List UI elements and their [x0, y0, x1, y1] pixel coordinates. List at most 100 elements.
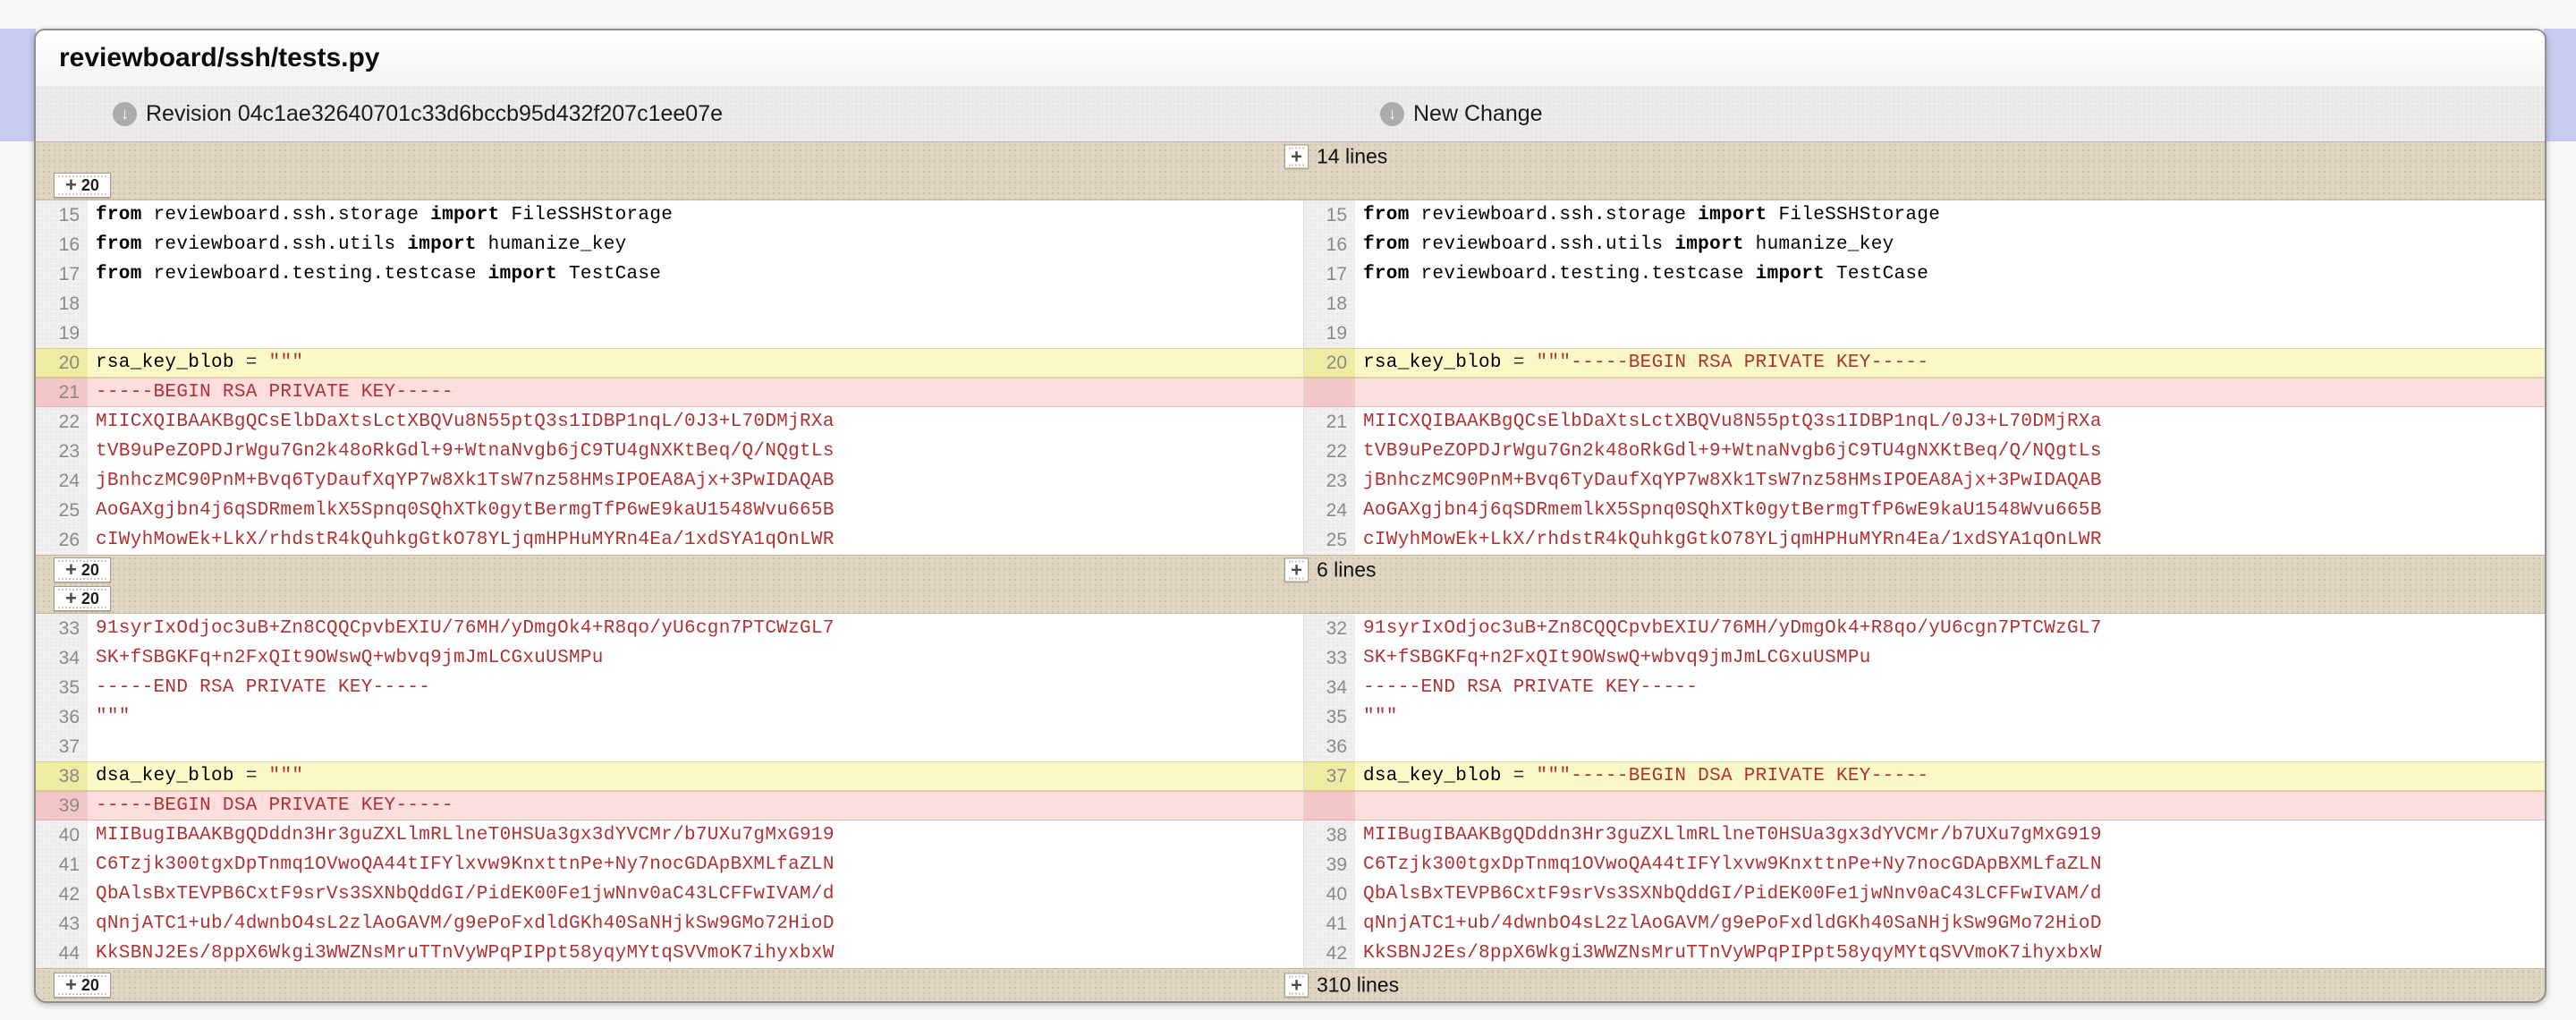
line-number-right[interactable]: 19	[1303, 319, 1355, 348]
code-segment: """	[268, 766, 304, 786]
code-left	[88, 319, 1303, 348]
code-left: -----BEGIN DSA PRIVATE KEY-----	[88, 791, 1303, 820]
code-segment: C6Tzjk300tgxDpTnmq1OVwoQA44tIFYlxvw9Knxt…	[96, 854, 835, 875]
code-right: cIWyhMowEk+LkX/rhdstR4kQuhkgGtkO78YLjqmH…	[1355, 525, 2545, 555]
line-number-left[interactable]: 37	[36, 732, 88, 761]
line-number-right[interactable]: 35	[1303, 702, 1355, 732]
expand-20-lines-button[interactable]: +20	[54, 973, 111, 998]
line-number-right[interactable]: 39	[1303, 850, 1355, 880]
revision-row: ↓ Revision 04c1ae32640701c33d6bccb95d432…	[36, 86, 2545, 141]
line-number-left[interactable]: 21	[36, 378, 88, 407]
expand-20-lines-button[interactable]: +20	[54, 557, 111, 582]
expand-step-count: 20	[80, 589, 99, 608]
line-number-right[interactable]: 21	[1303, 407, 1355, 437]
diff-rows: +14 lines +20 15 from reviewboard.ssh.stora…	[36, 141, 2545, 1001]
diff-line-row: 41 C6Tzjk300tgxDpTnmq1OVwoQA44tIFYlxvw9Kn…	[36, 850, 2545, 880]
code-segment: humanize_key	[476, 234, 627, 255]
band-row: +20 +310 lines	[36, 969, 2545, 1001]
code-left: tVB9uPeZOPDJrWgu7Gn2k48oRkGdl+9+WtnaNvgb…	[88, 437, 1303, 466]
line-number-right[interactable]: 41	[1303, 909, 1355, 939]
line-number-left[interactable]: 40	[36, 820, 88, 850]
line-number-right[interactable]: 25	[1303, 525, 1355, 555]
line-number-left[interactable]: 33	[36, 614, 88, 643]
code-segment: from	[96, 205, 142, 225]
diff-line-row: 25 AoGAXgjbn4j6qSDRmemlkX5Spnq0SQhXTk0gyt…	[36, 496, 2545, 525]
diff-line-row: 20 rsa_key_blob = """ 20 rsa_key_blob = """…	[36, 348, 2545, 378]
diff-line-row: 22 MIICXQIBAAKBgQCsElbDaXtsLctXBQVu8N55pt…	[36, 407, 2545, 437]
line-number-left[interactable]: 42	[36, 880, 88, 909]
plus-icon: +	[1291, 145, 1302, 167]
line-number-right[interactable]: 32	[1303, 614, 1355, 643]
line-number-left[interactable]: 26	[36, 525, 88, 555]
code-left: jBnhczMC90PnM+Bvq6TyDaufXqYP7w8Xk1TsW7nz…	[88, 466, 1303, 496]
code-left: -----BEGIN RSA PRIVATE KEY-----	[88, 378, 1303, 407]
plus-icon: +	[65, 973, 77, 996]
line-number-left[interactable]: 34	[36, 643, 88, 673]
plus-icon: +	[1291, 973, 1302, 996]
line-number-right[interactable]: 38	[1303, 820, 1355, 850]
code-segment: MIIBugIBAAKBgQDddn3Hr3guZXLlmRLlneT0HSUa…	[1363, 825, 2102, 846]
code-left: 91syrIxOdjoc3uB+Zn8CQQCpvbEXIU/76MH/yDmg…	[88, 614, 1303, 643]
line-number-left[interactable]: 16	[36, 230, 88, 259]
expand-step-count: 20	[80, 560, 99, 579]
code-left: cIWyhMowEk+LkX/rhdstR4kQuhkgGtkO78YLjqmH…	[88, 525, 1303, 555]
code-right: from reviewboard.testing.testcase import…	[1355, 259, 2545, 289]
new-change-label: New Change	[1413, 100, 1543, 126]
expand-20-lines-button[interactable]: +20	[54, 586, 111, 611]
line-number-right[interactable]: 15	[1303, 200, 1355, 230]
code-right: KkSBNJ2Es/8ppX6Wkgi3WWZNsMruTTnVyWPqPIPp…	[1355, 939, 2545, 968]
code-right: dsa_key_blob = """-----BEGIN DSA PRIVATE…	[1355, 761, 2545, 791]
code-segment: from	[1363, 205, 1410, 225]
line-number-left[interactable]: 19	[36, 319, 88, 348]
code-segment: TestCase	[1825, 264, 1929, 285]
line-number-left[interactable]: 36	[36, 702, 88, 732]
line-number-left[interactable]: 44	[36, 939, 88, 968]
code-segment: jBnhczMC90PnM+Bvq6TyDaufXqYP7w8Xk1TsW7nz…	[1363, 471, 2102, 491]
line-number-right[interactable]: 36	[1303, 732, 1355, 761]
diff-line-row: 18 18	[36, 289, 2545, 319]
code-right	[1355, 732, 2545, 761]
line-number-left[interactable]: 18	[36, 289, 88, 319]
diff-line-row: 23 tVB9uPeZOPDJrWgu7Gn2k48oRkGdl+9+WtnaNv…	[36, 437, 2545, 466]
line-number-left[interactable]: 23	[36, 437, 88, 466]
line-number-left[interactable]: 41	[36, 850, 88, 880]
diff-line-row: 43 qNnjATC1+ub/4dwnbO4sL2zlAoGAVM/g9ePoFx…	[36, 909, 2545, 939]
line-number-left[interactable]: 35	[36, 673, 88, 702]
line-number-right[interactable]: 18	[1303, 289, 1355, 319]
line-number-right[interactable]: 20	[1303, 348, 1355, 378]
line-number-left[interactable]: 25	[36, 496, 88, 525]
line-number-right[interactable]: 40	[1303, 880, 1355, 909]
diff-line-row: 37 36	[36, 732, 2545, 761]
line-number-left[interactable]: 24	[36, 466, 88, 496]
expand-all-button[interactable]: +	[1284, 144, 1309, 169]
line-number-left[interactable]: 22	[36, 407, 88, 437]
line-number-right[interactable]: 33	[1303, 643, 1355, 673]
line-number-right	[1303, 378, 1355, 407]
expand-all-button[interactable]: +	[1284, 557, 1309, 582]
line-number-right[interactable]: 17	[1303, 259, 1355, 289]
line-number-right[interactable]: 37	[1303, 761, 1355, 791]
line-number-left[interactable]: 17	[36, 259, 88, 289]
line-number-right[interactable]: 42	[1303, 939, 1355, 968]
code-segment: reviewboard.ssh.utils	[141, 234, 408, 255]
line-number-left[interactable]: 43	[36, 909, 88, 939]
collapsed-region-label: +6 lines	[1284, 557, 1376, 582]
diff-line-row: 15 from reviewboard.ssh.storage import Fi…	[36, 200, 2545, 230]
code-left: """	[88, 702, 1303, 732]
line-number-right[interactable]: 24	[1303, 496, 1355, 525]
line-number-left[interactable]: 38	[36, 761, 88, 791]
code-right: MIIBugIBAAKBgQDddn3Hr3guZXLlmRLlneT0HSUa…	[1355, 820, 2545, 850]
line-number-right[interactable]: 16	[1303, 230, 1355, 259]
line-number-left[interactable]: 20	[36, 348, 88, 378]
expand-all-button[interactable]: +	[1284, 973, 1309, 998]
code-segment: TestCase	[557, 264, 662, 285]
line-number-right[interactable]: 34	[1303, 673, 1355, 702]
code-right: QbAlsBxTEVPB6CxtF9srVs3SXNbQddGI/PidEK00…	[1355, 880, 2545, 909]
code-segment: KkSBNJ2Es/8ppX6Wkgi3WWZNsMruTTnVyWPqPIPp…	[96, 943, 835, 964]
line-number-right[interactable]: 23	[1303, 466, 1355, 496]
expand-20-lines-button[interactable]: +20	[54, 173, 111, 198]
collapsed-region-label: +14 lines	[1284, 144, 1387, 169]
line-number-left[interactable]: 39	[36, 791, 88, 820]
line-number-left[interactable]: 15	[36, 200, 88, 230]
line-number-right[interactable]: 22	[1303, 437, 1355, 466]
